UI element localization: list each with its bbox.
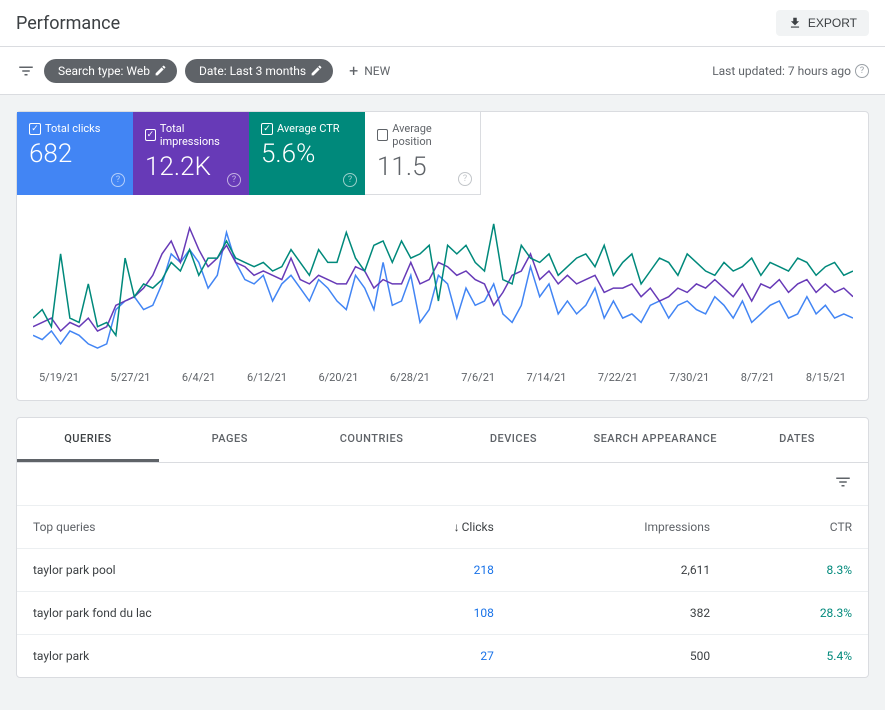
metric-label-text: Total clicks	[45, 122, 100, 135]
metric-value: 682	[29, 139, 121, 169]
cell-impressions: 382	[510, 592, 726, 635]
metric-label-text: Total impressions	[160, 122, 237, 148]
x-axis-label: 6/4/21	[182, 371, 216, 384]
filter-icon[interactable]	[16, 62, 36, 80]
chart-area: 5/19/21 5/27/21 6/4/21 6/12/21 6/20/21 6/28/2…	[17, 195, 868, 400]
checkbox-icon: ✓	[29, 123, 41, 135]
table-row[interactable]: taylor park275005.4%	[17, 635, 868, 678]
table-card: QUERIESPAGESCOUNTRIESDEVICESSEARCH APPEA…	[16, 417, 869, 678]
metric-label: Average position	[377, 122, 468, 148]
pencil-icon	[310, 64, 323, 77]
col-impressions[interactable]: Impressions	[510, 506, 726, 549]
export-button[interactable]: EXPORT	[776, 10, 869, 36]
metric-label: ✓ Total impressions	[145, 122, 237, 148]
chip-date-label: Date: Last 3 months	[199, 64, 306, 78]
col-clicks[interactable]: ↓Clicks	[350, 506, 510, 549]
cell-query: taylor park fond du lac	[17, 592, 350, 635]
metric-label: ✓ Total clicks	[29, 122, 121, 135]
cell-ctr: 28.3%	[726, 592, 868, 635]
x-axis-label: 7/30/21	[669, 371, 709, 384]
download-icon	[788, 16, 802, 30]
cell-clicks: 108	[350, 592, 510, 635]
checkbox-icon	[377, 129, 388, 141]
last-updated-text: Last updated: 7 hours ago	[712, 64, 851, 78]
tab-dates[interactable]: DATES	[726, 418, 868, 462]
chart-series-total-clicks	[33, 232, 853, 348]
col-ctr[interactable]: CTR	[726, 506, 868, 549]
cell-ctr: 8.3%	[726, 549, 868, 592]
help-icon[interactable]: ?	[855, 64, 869, 78]
table-row[interactable]: taylor park fond du lac10838228.3%	[17, 592, 868, 635]
tabs: QUERIESPAGESCOUNTRIESDEVICESSEARCH APPEA…	[17, 418, 868, 463]
plus-icon: +	[349, 61, 358, 80]
cell-query: taylor park	[17, 635, 350, 678]
x-axis-label: 6/20/21	[318, 371, 358, 384]
x-axis-label: 5/19/21	[39, 371, 79, 384]
x-axis-label: 6/12/21	[247, 371, 287, 384]
tab-devices[interactable]: DEVICES	[442, 418, 584, 462]
metrics-row: ✓ Total clicks 682 ? ✓ Total impressions…	[17, 112, 868, 195]
metric-average-ctr[interactable]: ✓ Average CTR 5.6% ?	[249, 112, 365, 195]
table-row[interactable]: taylor park pool2182,6118.3%	[17, 549, 868, 592]
help-icon[interactable]: ?	[227, 173, 241, 187]
tab-countries[interactable]: COUNTRIES	[301, 418, 443, 462]
metric-value: 11.5	[377, 152, 468, 182]
metric-total-clicks[interactable]: ✓ Total clicks 682 ?	[17, 112, 133, 195]
help-icon[interactable]: ?	[458, 172, 472, 186]
metric-total-impressions[interactable]: ✓ Total impressions 12.2K ?	[133, 112, 249, 195]
cell-clicks: 27	[350, 635, 510, 678]
last-updated: Last updated: 7 hours ago ?	[712, 64, 869, 78]
x-axis-label: 7/14/21	[526, 371, 566, 384]
tab-pages[interactable]: PAGES	[159, 418, 301, 462]
col-queries[interactable]: Top queries	[17, 506, 350, 549]
export-label: EXPORT	[808, 16, 857, 30]
metric-value: 5.6%	[261, 139, 353, 169]
cell-impressions: 2,611	[510, 549, 726, 592]
table-toolbar	[17, 463, 868, 505]
cell-impressions: 500	[510, 635, 726, 678]
queries-table: Top queries ↓Clicks Impressions CTR tayl…	[17, 505, 868, 677]
filter-bar: Search type: Web Date: Last 3 months + N…	[0, 47, 885, 95]
x-axis-label: 7/22/21	[598, 371, 638, 384]
chip-search-type[interactable]: Search type: Web	[44, 59, 177, 83]
chip-date[interactable]: Date: Last 3 months	[185, 59, 333, 83]
chart-card: ✓ Total clicks 682 ? ✓ Total impressions…	[16, 111, 869, 401]
filter-list-icon[interactable]	[834, 473, 852, 491]
line-chart	[33, 211, 853, 361]
metric-label-text: Average CTR	[277, 122, 340, 135]
x-axis-label: 8/7/21	[741, 371, 775, 384]
pencil-icon	[154, 64, 167, 77]
x-axis-label: 5/27/21	[110, 371, 150, 384]
content: ✓ Total clicks 682 ? ✓ Total impressions…	[0, 95, 885, 710]
help-icon[interactable]: ?	[343, 173, 357, 187]
filter-left: Search type: Web Date: Last 3 months + N…	[16, 57, 398, 84]
sort-down-icon: ↓	[454, 520, 460, 534]
x-axis-label: 8/15/21	[806, 371, 846, 384]
cell-query: taylor park pool	[17, 549, 350, 592]
table-header-row: Top queries ↓Clicks Impressions CTR	[17, 506, 868, 549]
help-icon[interactable]: ?	[111, 173, 125, 187]
new-filter-label: NEW	[364, 64, 390, 78]
chip-search-type-label: Search type: Web	[58, 64, 150, 78]
page-header: Performance EXPORT	[0, 0, 885, 47]
metric-label-text: Average position	[392, 122, 468, 148]
tab-queries[interactable]: QUERIES	[17, 418, 159, 462]
metric-value: 12.2K	[145, 152, 237, 182]
tab-search-appearance[interactable]: SEARCH APPEARANCE	[584, 418, 726, 462]
new-filter-button[interactable]: + NEW	[341, 57, 398, 84]
x-axis-label: 6/28/21	[390, 371, 430, 384]
checkbox-icon: ✓	[145, 129, 156, 141]
col-clicks-label: Clicks	[462, 520, 494, 534]
x-axis-label: 7/6/21	[461, 371, 495, 384]
cell-clicks: 218	[350, 549, 510, 592]
metric-label: ✓ Average CTR	[261, 122, 353, 135]
checkbox-icon: ✓	[261, 123, 273, 135]
metric-average-position[interactable]: Average position 11.5 ?	[365, 112, 481, 195]
cell-ctr: 5.4%	[726, 635, 868, 678]
page-title: Performance	[16, 13, 120, 34]
x-axis: 5/19/21 5/27/21 6/4/21 6/12/21 6/20/21 6/28/2…	[33, 371, 852, 384]
